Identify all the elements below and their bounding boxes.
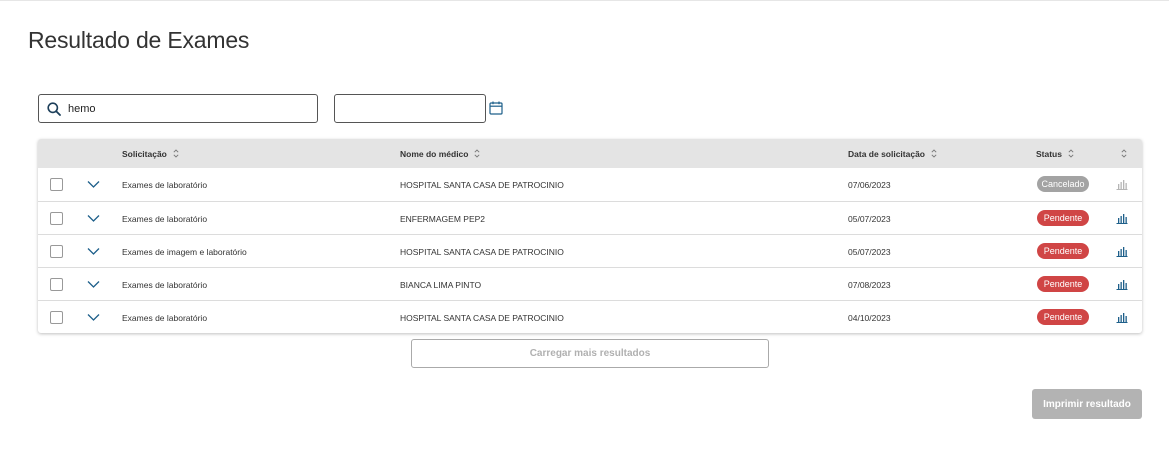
row-checkbox[interactable] <box>50 178 63 191</box>
table-row[interactable]: Exames de laboratório HOSPITAL SANTA CAS… <box>38 300 1142 333</box>
table-row[interactable]: Exames de laboratório BIANCA LIMA PINTO … <box>38 267 1142 300</box>
column-header-status[interactable]: Status <box>1036 139 1074 168</box>
row-checkbox[interactable] <box>50 245 63 258</box>
column-header-medico[interactable]: Nome do médico <box>400 139 481 168</box>
row-checkbox[interactable] <box>50 311 63 324</box>
sort-icon[interactable] <box>474 149 481 158</box>
chevron-down-icon[interactable] <box>87 213 100 223</box>
status-badge: Pendente <box>1037 210 1089 226</box>
cell-data: 07/08/2023 <box>848 279 891 290</box>
table-body: Exames de laboratório HOSPITAL SANTA CAS… <box>38 168 1142 333</box>
search-input[interactable] <box>68 102 308 115</box>
bar-chart-icon[interactable] <box>1116 212 1128 224</box>
cell-medico: HOSPITAL SANTA CASA DE PATROCINIO <box>400 179 564 190</box>
date-field[interactable] <box>334 94 486 123</box>
sort-icon[interactable] <box>931 149 937 158</box>
cell-solicitacao: Exames de laboratório <box>122 179 208 190</box>
cell-medico: HOSPITAL SANTA CASA DE PATROCINIO <box>400 312 564 323</box>
cell-solicitacao: Exames de laboratório <box>122 279 208 290</box>
table-row[interactable]: Exames de laboratório ENFERMAGEM PEP2 05… <box>38 201 1142 234</box>
print-result-button[interactable]: Imprimir resultado <box>1032 389 1142 419</box>
bar-chart-icon[interactable] <box>1116 311 1128 323</box>
sort-icon[interactable] <box>173 149 179 158</box>
table-header: Solicitação Nome do médico Data de solic… <box>38 139 1142 168</box>
cell-solicitacao: Exames de imagem e laboratório <box>122 246 247 257</box>
chevron-down-icon[interactable] <box>87 312 100 322</box>
bar-chart-icon[interactable] <box>1116 245 1128 257</box>
cell-data: 07/06/2023 <box>848 179 891 190</box>
load-more-button[interactable]: Carregar mais resultados <box>411 339 769 368</box>
calendar-icon[interactable] <box>489 101 503 115</box>
table-row[interactable]: Exames de imagem e laboratório HOSPITAL … <box>38 234 1142 267</box>
search-field[interactable] <box>38 94 318 123</box>
row-checkbox[interactable] <box>50 278 63 291</box>
bar-chart-icon[interactable] <box>1116 278 1128 290</box>
table-row[interactable]: Exames de laboratório HOSPITAL SANTA CAS… <box>38 168 1142 201</box>
sort-icon[interactable] <box>1121 149 1127 158</box>
column-header-solicitacao[interactable]: Solicitação <box>122 139 179 168</box>
status-badge: Pendente <box>1037 309 1089 325</box>
date-input[interactable] <box>335 95 485 122</box>
search-icon <box>47 101 61 116</box>
cell-data: 05/07/2023 <box>848 213 891 224</box>
cell-medico: ENFERMAGEM PEP2 <box>400 213 486 224</box>
bar-chart-icon[interactable] <box>1116 178 1128 190</box>
column-header-data[interactable]: Data de solicitação <box>848 139 937 168</box>
status-badge: Cancelado <box>1037 176 1089 192</box>
cell-medico: BIANCA LIMA PINTO <box>400 279 482 290</box>
cell-data: 05/07/2023 <box>848 246 891 257</box>
cell-solicitacao: Exames de laboratório <box>122 312 208 323</box>
status-badge: Pendente <box>1037 243 1089 259</box>
row-checkbox[interactable] <box>50 212 63 225</box>
results-table: Solicitação Nome do médico Data de solic… <box>38 139 1142 333</box>
sort-icon[interactable] <box>1068 149 1074 158</box>
status-badge: Pendente <box>1037 276 1089 292</box>
chevron-down-icon[interactable] <box>87 246 100 256</box>
cell-data: 04/10/2023 <box>848 312 891 323</box>
cell-medico: HOSPITAL SANTA CASA DE PATROCINIO <box>400 246 564 257</box>
top-divider <box>0 0 1169 1</box>
chevron-down-icon[interactable] <box>87 279 100 289</box>
chevron-down-icon[interactable] <box>87 179 100 189</box>
cell-solicitacao: Exames de laboratório <box>122 213 208 224</box>
page-title: Resultado de Exames <box>28 27 250 53</box>
column-header-actions[interactable] <box>1121 139 1127 168</box>
